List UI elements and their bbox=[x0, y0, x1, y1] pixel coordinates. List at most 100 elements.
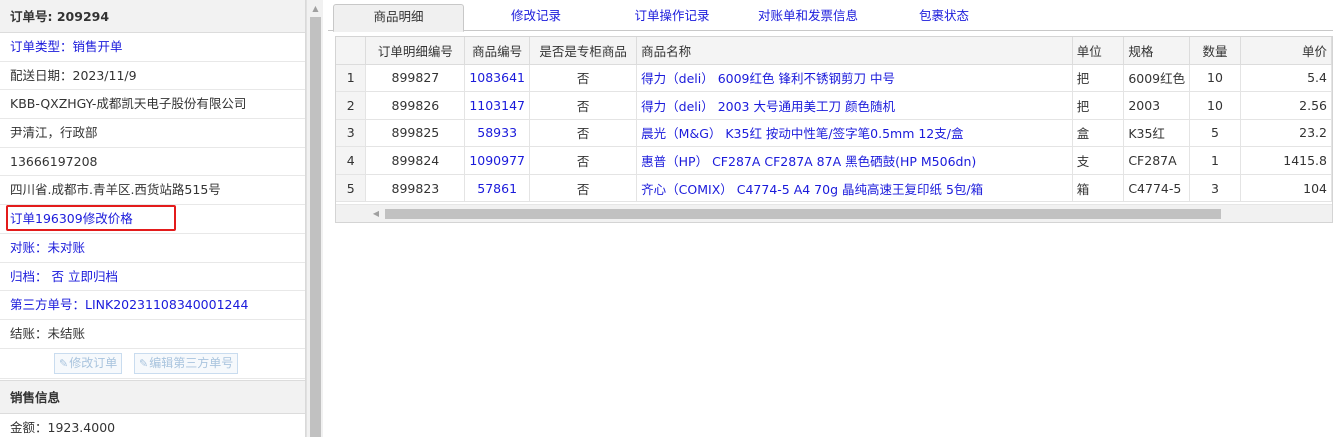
contact-person-text: 尹清江，行政部 bbox=[10, 125, 98, 141]
detail-id-cell: 899826 bbox=[365, 91, 466, 120]
col-quantity[interactable]: 数量 bbox=[1189, 37, 1241, 65]
unit-cell: 把 bbox=[1072, 64, 1125, 93]
reconcile-row[interactable]: 对账：未对账 bbox=[0, 234, 305, 263]
unit-cell: 箱 bbox=[1072, 174, 1125, 203]
tab-order-operation-log[interactable]: 订单操作记录 bbox=[608, 4, 736, 31]
product-id-link[interactable]: 58933 bbox=[464, 119, 530, 148]
detail-id-cell: 899824 bbox=[365, 146, 466, 175]
quantity-cell: 1 bbox=[1189, 146, 1241, 175]
row-number: 5 bbox=[336, 174, 367, 203]
left-panel-scrollbar[interactable]: ▲ bbox=[306, 0, 323, 437]
tab-modification-log[interactable]: 修改记录 bbox=[472, 4, 600, 31]
col-rownum bbox=[336, 37, 367, 65]
settlement-status-text: 结账：未结账 bbox=[10, 325, 86, 341]
unit-price-cell: 1415.8 bbox=[1240, 146, 1332, 175]
order-number-header: 订单号: 209294 bbox=[0, 0, 305, 33]
unit-price-cell: 5.4 bbox=[1240, 64, 1332, 93]
detail-panel: 商品明细 修改记录 订单操作记录 对账单和发票信息 包裹状态 订单明细编号 商品… bbox=[328, 0, 1333, 437]
phone-row: 13666197208 bbox=[0, 148, 305, 177]
unit-cell: 盒 bbox=[1072, 119, 1125, 148]
row-number: 3 bbox=[336, 119, 367, 148]
col-product-name[interactable]: 商品名称 bbox=[636, 37, 1073, 65]
col-unit[interactable]: 单位 bbox=[1072, 37, 1125, 65]
col-product-id[interactable]: 商品编号 bbox=[464, 37, 530, 65]
counter-cell: 否 bbox=[529, 174, 638, 203]
product-id-link[interactable]: 1103147 bbox=[464, 91, 530, 120]
price-change-link[interactable]: 订单196309修改价格 bbox=[6, 205, 176, 232]
unit-cell: 支 bbox=[1072, 146, 1125, 175]
col-counter-product[interactable]: 是否是专柜商品 bbox=[529, 37, 638, 65]
product-name-link[interactable]: 得力（deli） 2003 大号通用美工刀 颜色随机 bbox=[636, 91, 1073, 120]
col-unit-price[interactable]: 单价 bbox=[1240, 37, 1332, 65]
order-type-text: 订单类型：销售开单 bbox=[10, 39, 123, 54]
product-id-link[interactable]: 57861 bbox=[464, 174, 530, 203]
unit-price-cell: 104 bbox=[1240, 174, 1332, 203]
counter-cell: 否 bbox=[529, 64, 638, 93]
table-row[interactable]: 4 899824 1090977 否 惠普（HP） CF287A CF287A … bbox=[336, 146, 1332, 175]
tab-product-detail[interactable]: 商品明细 bbox=[333, 4, 464, 32]
counter-cell: 否 bbox=[529, 119, 638, 148]
edit-icon: ✎ bbox=[139, 356, 149, 370]
archive-row[interactable]: 归档： 否 立即归档 bbox=[0, 263, 305, 292]
product-table: 订单明细编号 商品编号 是否是专柜商品 商品名称 单位 规格 数量 单价 1 8… bbox=[336, 37, 1332, 203]
quantity-cell: 10 bbox=[1189, 91, 1241, 120]
grid-horizontal-scrollbar[interactable]: ◀ bbox=[336, 204, 1332, 222]
detail-id-cell: 899823 bbox=[365, 174, 466, 203]
scrollbar-thumb[interactable] bbox=[385, 209, 1221, 219]
edit-third-party-label: 编辑第三方单号 bbox=[149, 355, 234, 370]
edit-third-party-button[interactable]: ✎编辑第三方单号 bbox=[134, 352, 239, 374]
scrollbar-thumb[interactable] bbox=[310, 17, 321, 437]
product-name-link[interactable]: 惠普（HP） CF287A CF287A 87A 黑色硒鼓(HP M506dn) bbox=[636, 146, 1073, 175]
spec-cell: 2003 bbox=[1123, 91, 1191, 120]
col-detail-id[interactable]: 订单明细编号 bbox=[365, 37, 466, 65]
tab-bar: 商品明细 修改记录 订单操作记录 对账单和发票信息 包裹状态 bbox=[328, 0, 1333, 32]
third-party-order-text[interactable]: 第三方单号：LINK20231108340001244 bbox=[10, 297, 248, 312]
quantity-cell: 3 bbox=[1189, 174, 1241, 203]
detail-id-cell: 899827 bbox=[365, 64, 466, 93]
sales-info-header: 销售信息 bbox=[0, 379, 305, 414]
order-info-panel: 订单号: 209294 订单类型：销售开单 配送日期：2023/11/9 KBB… bbox=[0, 0, 306, 437]
counter-cell: 否 bbox=[529, 146, 638, 175]
row-number: 1 bbox=[336, 64, 367, 93]
edit-icon: ✎ bbox=[59, 356, 69, 370]
order-number-label: 订单号: bbox=[10, 9, 53, 24]
customer-company-row: KBB-QXZHGY-成都凯天电子股份有限公司 bbox=[0, 90, 305, 120]
spec-cell: 6009红色 bbox=[1123, 64, 1191, 93]
delivery-date-text: 配送日期：2023/11/9 bbox=[10, 67, 137, 83]
contact-person-row: 尹清江，行政部 bbox=[0, 119, 305, 148]
order-type-row[interactable]: 订单类型：销售开单 bbox=[0, 33, 305, 62]
price-change-row[interactable]: 订单196309修改价格 bbox=[0, 205, 305, 234]
delivery-date-row: 配送日期：2023/11/9 bbox=[0, 62, 305, 91]
product-name-link[interactable]: 晨光（M&G） K35红 按动中性笔/签字笔0.5mm 12支/盒 bbox=[636, 119, 1073, 148]
product-name-link[interactable]: 得力（deli） 6009红色 锋利不锈钢剪刀 中号 bbox=[636, 64, 1073, 93]
modify-order-button[interactable]: ✎修改订单 bbox=[54, 352, 123, 374]
quantity-cell: 5 bbox=[1189, 119, 1241, 148]
unit-price-cell: 2.56 bbox=[1240, 91, 1332, 120]
amount-row: 金额：1923.4000 bbox=[0, 414, 305, 442]
address-text: 四川省.成都市.青羊区.西货站路515号 bbox=[10, 182, 221, 198]
product-name-link[interactable]: 齐心（COMIX） C4774-5 A4 70g 晶纯高速王复印纸 5包/箱 bbox=[636, 174, 1073, 203]
tab-reconcile-invoice[interactable]: 对账单和发票信息 bbox=[744, 4, 872, 31]
order-number-value: 209294 bbox=[56, 9, 110, 24]
tab-package-status[interactable]: 包裹状态 bbox=[880, 4, 1008, 31]
table-row[interactable]: 1 899827 1083641 否 得力（deli） 6009红色 锋利不锈钢… bbox=[336, 64, 1332, 93]
quantity-cell: 10 bbox=[1189, 64, 1241, 93]
table-row[interactable]: 3 899825 58933 否 晨光（M&G） K35红 按动中性笔/签字笔0… bbox=[336, 119, 1332, 148]
table-row[interactable]: 5 899823 57861 否 齐心（COMIX） C4774-5 A4 70… bbox=[336, 174, 1332, 203]
phone-text: 13666197208 bbox=[10, 153, 98, 169]
scroll-left-arrow-icon[interactable]: ◀ bbox=[369, 205, 383, 222]
spec-cell: CF287A bbox=[1123, 146, 1191, 175]
scroll-up-arrow-icon[interactable]: ▲ bbox=[307, 0, 324, 17]
product-id-link[interactable]: 1090977 bbox=[464, 146, 530, 175]
product-id-link[interactable]: 1083641 bbox=[464, 64, 530, 93]
table-row[interactable]: 2 899826 1103147 否 得力（deli） 2003 大号通用美工刀… bbox=[336, 91, 1332, 120]
reconcile-status-text[interactable]: 对账：未对账 bbox=[10, 240, 85, 255]
modify-order-label: 修改订单 bbox=[69, 355, 118, 370]
customer-company-text: KBB-QXZHGY-成都凯天电子股份有限公司 bbox=[10, 96, 247, 112]
unit-cell: 把 bbox=[1072, 91, 1125, 120]
detail-id-cell: 899825 bbox=[365, 119, 466, 148]
col-spec[interactable]: 规格 bbox=[1123, 37, 1191, 65]
third-party-order-row[interactable]: 第三方单号：LINK20231108340001244 bbox=[0, 291, 305, 320]
unit-price-cell: 23.2 bbox=[1240, 119, 1332, 148]
archive-status-text[interactable]: 归档： 否 立即归档 bbox=[10, 269, 118, 284]
